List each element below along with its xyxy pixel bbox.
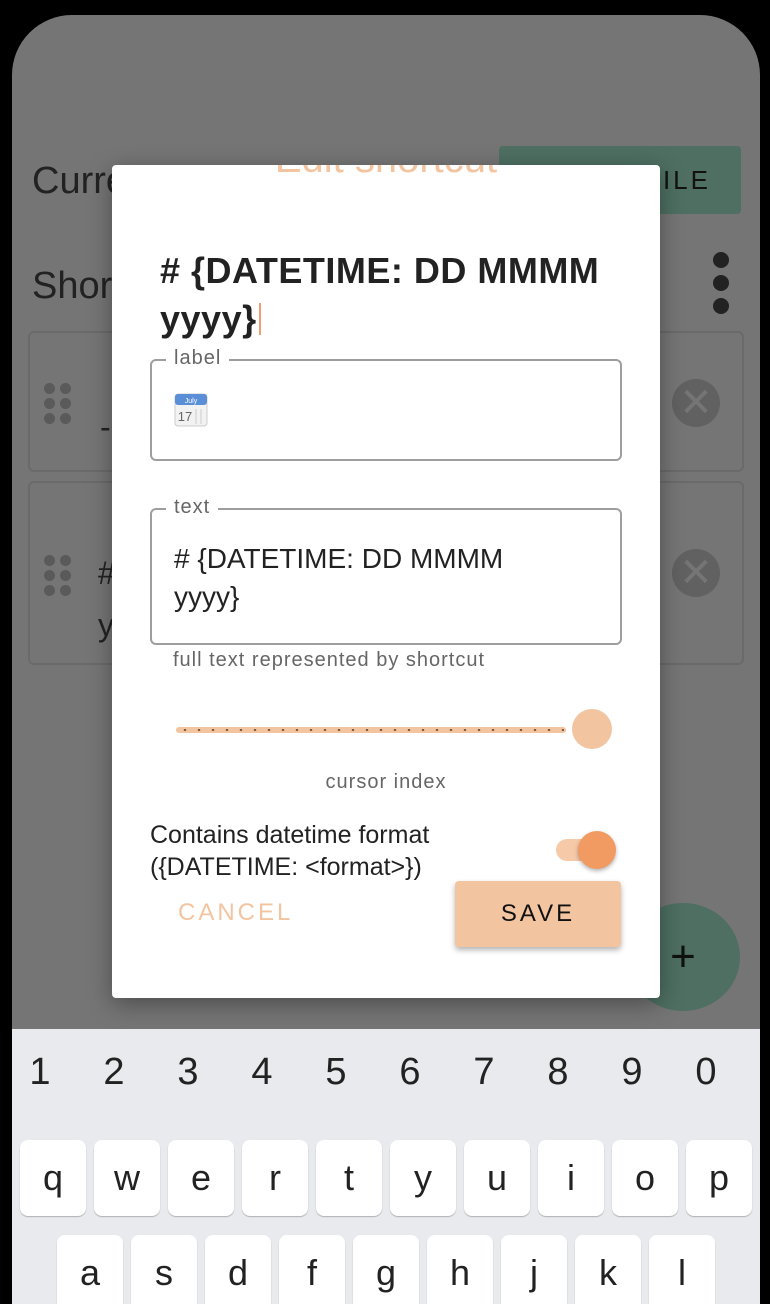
label-field[interactable]: label July 17 (150, 347, 622, 461)
number-key[interactable]: 1 (20, 1051, 60, 1094)
drag-handle-icon[interactable] (44, 383, 72, 424)
shortcut-text: - (100, 409, 111, 445)
soft-keyboard: 1234567890 qwertyuiop asdfghjkl (12, 1029, 760, 1304)
key-p[interactable]: p (686, 1140, 752, 1216)
slider-tick-marks (178, 729, 564, 731)
slider-thumb[interactable] (572, 709, 612, 749)
number-key[interactable]: 2 (94, 1051, 134, 1094)
key-h[interactable]: h (427, 1235, 493, 1304)
key-g[interactable]: g (353, 1235, 419, 1304)
shortcut-preview: # {DATETIME: DD MMMM yyyy} (160, 247, 630, 343)
datetime-toggle-label-line: ({DATETIME: <format>}) (150, 853, 422, 881)
text-field-value: # {DATETIME: DD MMMM yyyy} (174, 540, 503, 616)
datetime-toggle-label: Contains datetime format ({DATETIME: <fo… (150, 819, 429, 883)
label-field-legend: label (166, 347, 230, 370)
calendar-icon-month: July (185, 398, 198, 405)
key-k[interactable]: k (575, 1235, 641, 1304)
key-u[interactable]: u (464, 1140, 530, 1216)
key-d[interactable]: d (205, 1235, 271, 1304)
key-w[interactable]: w (94, 1140, 160, 1216)
number-key[interactable]: 9 (612, 1051, 652, 1094)
text-field-helper: full text represented by shortcut (173, 649, 486, 671)
number-key[interactable]: 4 (242, 1051, 282, 1094)
calendar-icon-day: 17 (178, 409, 192, 424)
key-s[interactable]: s (131, 1235, 197, 1304)
datetime-toggle-switch[interactable] (556, 831, 616, 869)
text-field-legend: text (166, 496, 219, 519)
calendar-icon: July 17 (174, 393, 208, 427)
cursor-index-slider[interactable] (176, 709, 612, 749)
keyboard-number-row: 1234567890 (12, 1051, 760, 1097)
number-key[interactable]: 6 (390, 1051, 430, 1094)
cursor-index-label: cursor index (325, 771, 447, 793)
datetime-toggle-label-line: Contains datetime format (150, 821, 430, 849)
key-i[interactable]: i (538, 1140, 604, 1216)
number-key[interactable]: 7 (464, 1051, 504, 1094)
key-e[interactable]: e (168, 1140, 234, 1216)
edit-shortcut-dialog: Edit shortcut # {DATETIME: DD MMMM yyyy}… (112, 165, 660, 998)
text-field[interactable]: text # {DATETIME: DD MMMM yyyy} (150, 496, 622, 645)
shortcut-preview-text: # {DATETIME: DD MMMM yyyy} (160, 250, 600, 339)
key-o[interactable]: o (612, 1140, 678, 1216)
key-y[interactable]: y (390, 1140, 456, 1216)
dialog-title: Edit shortcut (112, 165, 660, 182)
text-caret (258, 303, 261, 335)
shortcuts-heading: Shor (32, 265, 113, 307)
cancel-button[interactable]: CANCEL (178, 899, 293, 927)
delete-shortcut-icon[interactable]: ✕ (672, 549, 720, 597)
text-field-line: yyyy} (174, 581, 240, 612)
key-l[interactable]: l (649, 1235, 715, 1304)
overflow-menu-icon[interactable] (711, 252, 731, 314)
number-key[interactable]: 8 (538, 1051, 578, 1094)
drag-handle-icon[interactable] (44, 555, 72, 596)
key-j[interactable]: j (501, 1235, 567, 1304)
toggle-knob[interactable] (578, 831, 616, 869)
number-key[interactable]: 3 (168, 1051, 208, 1094)
key-f[interactable]: f (279, 1235, 345, 1304)
key-r[interactable]: r (242, 1140, 308, 1216)
delete-shortcut-icon[interactable]: ✕ (672, 379, 720, 427)
number-key[interactable]: 0 (686, 1051, 726, 1094)
key-a[interactable]: a (57, 1235, 123, 1304)
key-t[interactable]: t (316, 1140, 382, 1216)
number-key[interactable]: 5 (316, 1051, 356, 1094)
key-q[interactable]: q (20, 1140, 86, 1216)
save-button[interactable]: SAVE (455, 881, 621, 947)
text-field-line: # {DATETIME: DD MMMM (174, 543, 504, 574)
